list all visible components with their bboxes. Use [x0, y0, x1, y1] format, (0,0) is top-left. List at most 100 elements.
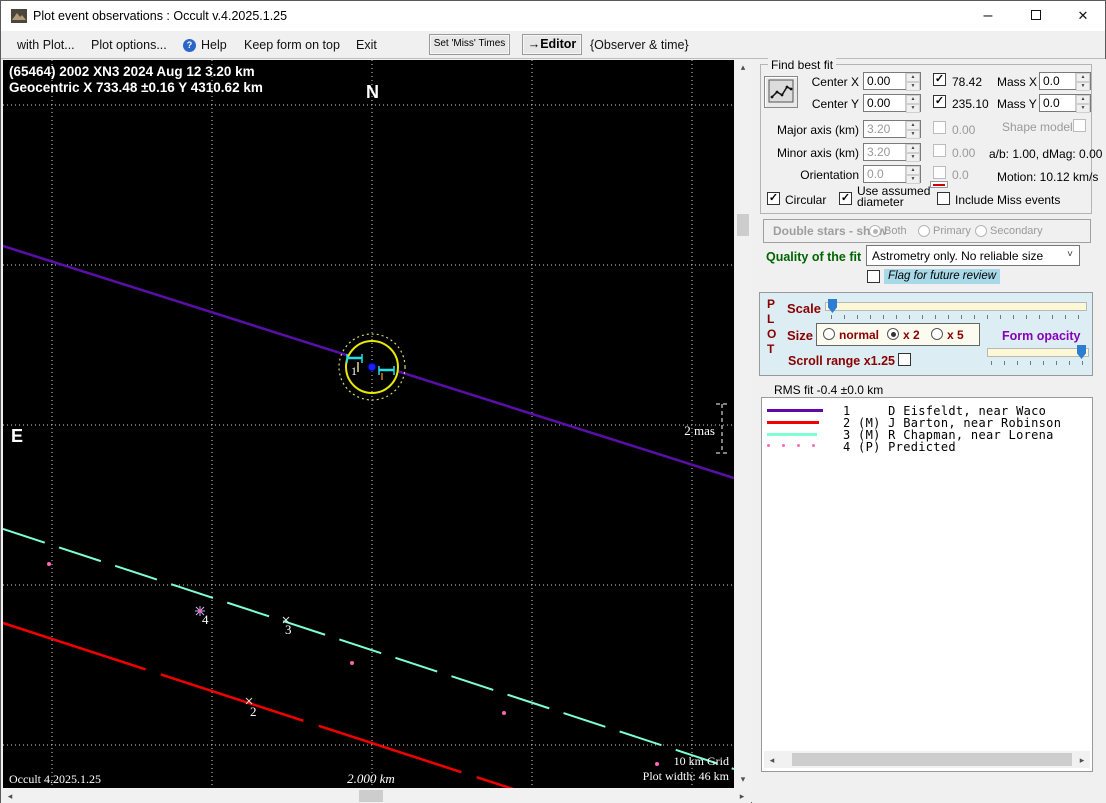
- size-x2-label: x 2: [903, 328, 920, 342]
- app-icon: [11, 9, 27, 23]
- vscroll-thumb[interactable]: [737, 214, 749, 236]
- find-best-fit-title: Find best fit: [768, 58, 837, 72]
- ab-dmag-label: a/b: 1.00, dMag: 0.00: [989, 147, 1103, 161]
- size-x2-radio[interactable]: [887, 328, 899, 340]
- legend-scroll-thumb[interactable]: [792, 753, 1072, 766]
- orientation-label: Orientation: [800, 168, 859, 182]
- minimize-button[interactable]: –: [965, 1, 1011, 31]
- chord4-label: 4: [202, 612, 209, 627]
- quality-combobox[interactable]: Astrometry only. No reliable size ˅: [866, 245, 1080, 266]
- chord1-swatch: [767, 409, 823, 412]
- fit-x-checkbox[interactable]: ✓: [933, 73, 946, 86]
- occultation-plot[interactable]: (65464) 2002 XN3 2024 Aug 12 3.20 km Geo…: [3, 60, 734, 788]
- plot-hscrollbar[interactable]: ◂ ▸: [1, 788, 751, 803]
- use-assumed-label2: diameter: [857, 195, 904, 209]
- center-x-spinner[interactable]: 0.00 ▲ ▼: [863, 72, 921, 91]
- list-item[interactable]: 4 (P) Predicted: [765, 440, 1085, 454]
- size-label: Size: [787, 328, 814, 343]
- scroll-range-checkbox[interactable]: [898, 353, 911, 366]
- editor-button[interactable]: →Editor: [522, 34, 582, 55]
- scroll-right-icon[interactable]: ▸: [737, 791, 747, 802]
- center-y-label: Center Y: [811, 97, 859, 111]
- shape-model-checkbox: [1073, 119, 1086, 132]
- help-icon: ?: [183, 39, 196, 52]
- menu-plot-options[interactable]: Plot options...: [91, 38, 167, 52]
- spin-up-icon[interactable]: ▲: [906, 73, 920, 82]
- use-assumed-checkbox[interactable]: ✓: [839, 192, 852, 205]
- orient-unc-value: 0.0: [952, 168, 969, 182]
- size-x5-radio[interactable]: [931, 328, 943, 340]
- mass-x-label: Mass X: [997, 75, 1038, 89]
- major-axis-spinner: 3.20 ▲ ▼: [863, 120, 921, 139]
- menu-with-plot[interactable]: with Plot...: [17, 38, 75, 52]
- center-y-spinner[interactable]: 0.00 ▲ ▼: [863, 94, 921, 113]
- close-button[interactable]: ✕: [1060, 1, 1106, 31]
- circular-checkbox[interactable]: ✓: [767, 192, 780, 205]
- menu-keep-on-top[interactable]: Keep form on top: [244, 38, 340, 52]
- circular-label: Circular: [785, 193, 827, 207]
- motion-label: Motion: 10.12 km/s: [997, 170, 1099, 184]
- flag-review-label: Flag for future review: [884, 269, 1001, 284]
- scroll-left-icon[interactable]: ◂: [766, 755, 778, 766]
- line-color-swatch: [930, 181, 948, 188]
- quality-label: Quality of the fit: [766, 250, 862, 264]
- east-label: E: [11, 426, 23, 446]
- scale-slider[interactable]: [825, 302, 1087, 311]
- scroll-right-icon[interactable]: ▸: [1076, 755, 1088, 766]
- minor-axis-spinner: 3.20 ▲ ▼: [863, 143, 921, 162]
- major-unc-value: 0.00: [952, 123, 976, 137]
- plot-letter-p: P: [767, 297, 776, 311]
- grid-note-label: 10 km Grid: [674, 754, 729, 768]
- toolbar: with Plot... Plot options... ? Help Keep…: [1, 31, 1105, 59]
- mass-y-spinner[interactable]: 0.0 ▲ ▼: [1039, 94, 1091, 113]
- chord3-swatch: [767, 433, 817, 436]
- legend-hscrollbar[interactable]: ◂ ▸: [764, 751, 1090, 768]
- spin-down-icon[interactable]: ▼: [906, 82, 920, 91]
- size-x5-label: x 5: [947, 328, 964, 342]
- plot-letter-t: T: [767, 342, 775, 356]
- quality-value: Astrometry only. No reliable size: [872, 249, 1044, 263]
- double-both-label: Both: [884, 225, 907, 237]
- flag-review-checkbox[interactable]: [867, 270, 880, 283]
- menu-exit[interactable]: Exit: [356, 38, 377, 52]
- mass-x-spinner[interactable]: 0.0 ▲ ▼: [1039, 72, 1091, 91]
- include-miss-checkbox[interactable]: [937, 192, 950, 205]
- maximize-button[interactable]: [1013, 1, 1059, 31]
- major-unc-checkbox: [933, 121, 946, 134]
- center-x-label: Center X: [811, 75, 859, 89]
- chord3-label: 3: [285, 622, 292, 637]
- scale-label: Scale: [787, 301, 821, 316]
- set-miss-times-button[interactable]: Set 'Miss' Times: [429, 34, 510, 55]
- fit-y-checkbox[interactable]: ✓: [933, 95, 946, 108]
- double-secondary-label: Secondary: [990, 225, 1043, 237]
- double-primary-label: Primary: [933, 225, 971, 237]
- plot-letter-l: L: [767, 312, 775, 326]
- window-title: Plot event observations : Occult v.4.202…: [33, 9, 288, 23]
- orientation-spinner: 0.0 ▲ ▼: [863, 165, 921, 184]
- opacity-slider[interactable]: [987, 348, 1089, 357]
- double-primary-radio: [918, 225, 930, 237]
- plot-header-line1: (65464) 2002 XN3 2024 Aug 12 3.20 km: [9, 64, 255, 79]
- scroll-left-icon[interactable]: ◂: [5, 791, 15, 802]
- app-window: Plot event observations : Occult v.4.202…: [0, 0, 1106, 803]
- observations-list[interactable]: 1 D Eisfeldt, near Waco 2 (M) J Barton, …: [761, 397, 1093, 772]
- chord2-label: 2: [250, 704, 257, 719]
- plot-version-label: Occult 4.2025.1.25: [9, 772, 101, 786]
- size-normal-radio[interactable]: [823, 328, 835, 340]
- scroll-up-icon[interactable]: ▴: [735, 62, 751, 73]
- include-miss-label: Include Miss events: [955, 193, 1061, 207]
- hscroll-thumb[interactable]: [359, 790, 383, 802]
- mas-scale-label: 2 mas: [684, 423, 715, 438]
- title-bar: Plot event observations : Occult v.4.202…: [1, 1, 1105, 31]
- plot-header-line2: Geocentric X 733.48 ±0.16 Y 4310.62 km: [9, 80, 263, 95]
- plot-vscrollbar[interactable]: ▴ ▾: [735, 60, 751, 788]
- plot-letter-o: O: [767, 327, 777, 341]
- center-dot: [367, 362, 377, 372]
- shape-model-label: Shape model: [1002, 120, 1073, 134]
- scroll-down-icon[interactable]: ▾: [735, 774, 751, 785]
- rate-x-value: 78.42: [952, 75, 983, 89]
- minor-axis-label: Minor axis (km): [776, 146, 859, 160]
- mass-y-label: Mass Y: [997, 97, 1037, 111]
- menu-help[interactable]: Help: [201, 38, 227, 52]
- chord1-label: 1: [351, 364, 357, 378]
